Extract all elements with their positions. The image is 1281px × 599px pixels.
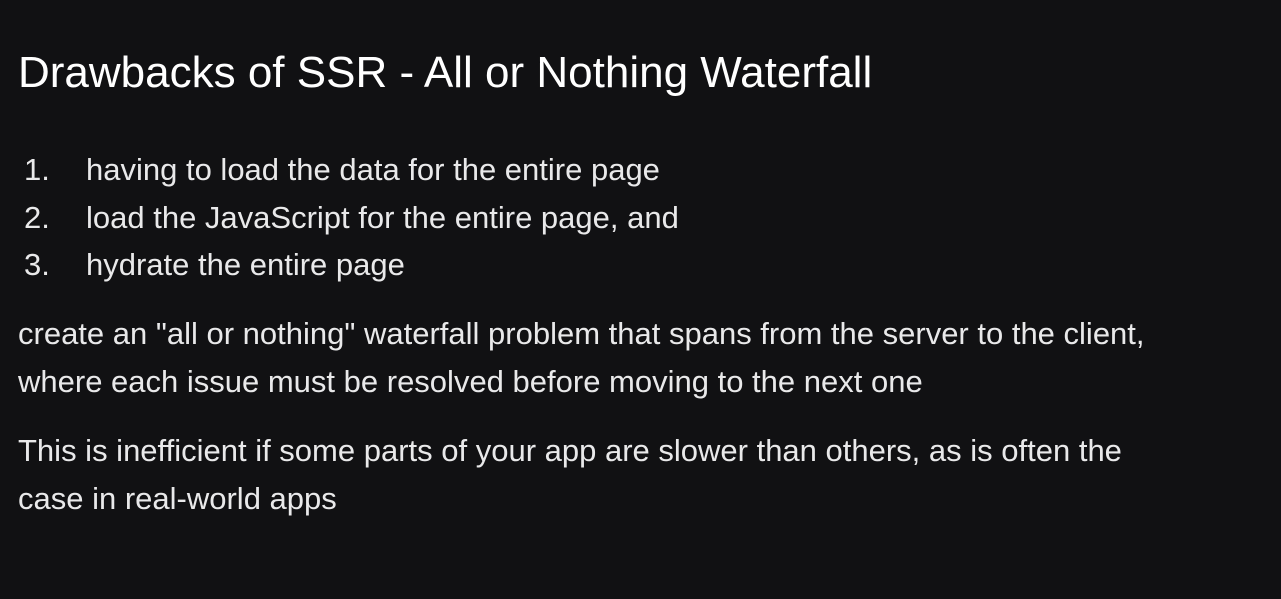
- paragraph-line: case in real-world apps: [18, 480, 337, 516]
- paragraph-line: create an "all or nothing" waterfall pro…: [18, 316, 1145, 351]
- slide-title: Drawbacks of SSR - All or Nothing Waterf…: [18, 48, 873, 97]
- inefficiency-paragraph: This is inefficient if some parts of you…: [18, 427, 1280, 522]
- waterfall-description-paragraph: create an "all or nothing" waterfall pro…: [18, 310, 1280, 405]
- paragraph-line: where each issue must be resolved before…: [18, 363, 923, 399]
- list-item-number: 2.: [24, 199, 50, 235]
- list-item-text: having to load the data for the entire p…: [86, 152, 660, 187]
- list-item-text: hydrate the entire page: [86, 247, 405, 282]
- list-item-text: load the JavaScript for the entire page,…: [86, 199, 679, 235]
- slide: Drawbacks of SSR - All or Nothing Waterf…: [0, 0, 1281, 599]
- list-item-number: 1.: [24, 152, 50, 187]
- list-item-number: 3.: [24, 247, 50, 282]
- paragraph-line: This is inefficient if some parts of you…: [18, 433, 1122, 468]
